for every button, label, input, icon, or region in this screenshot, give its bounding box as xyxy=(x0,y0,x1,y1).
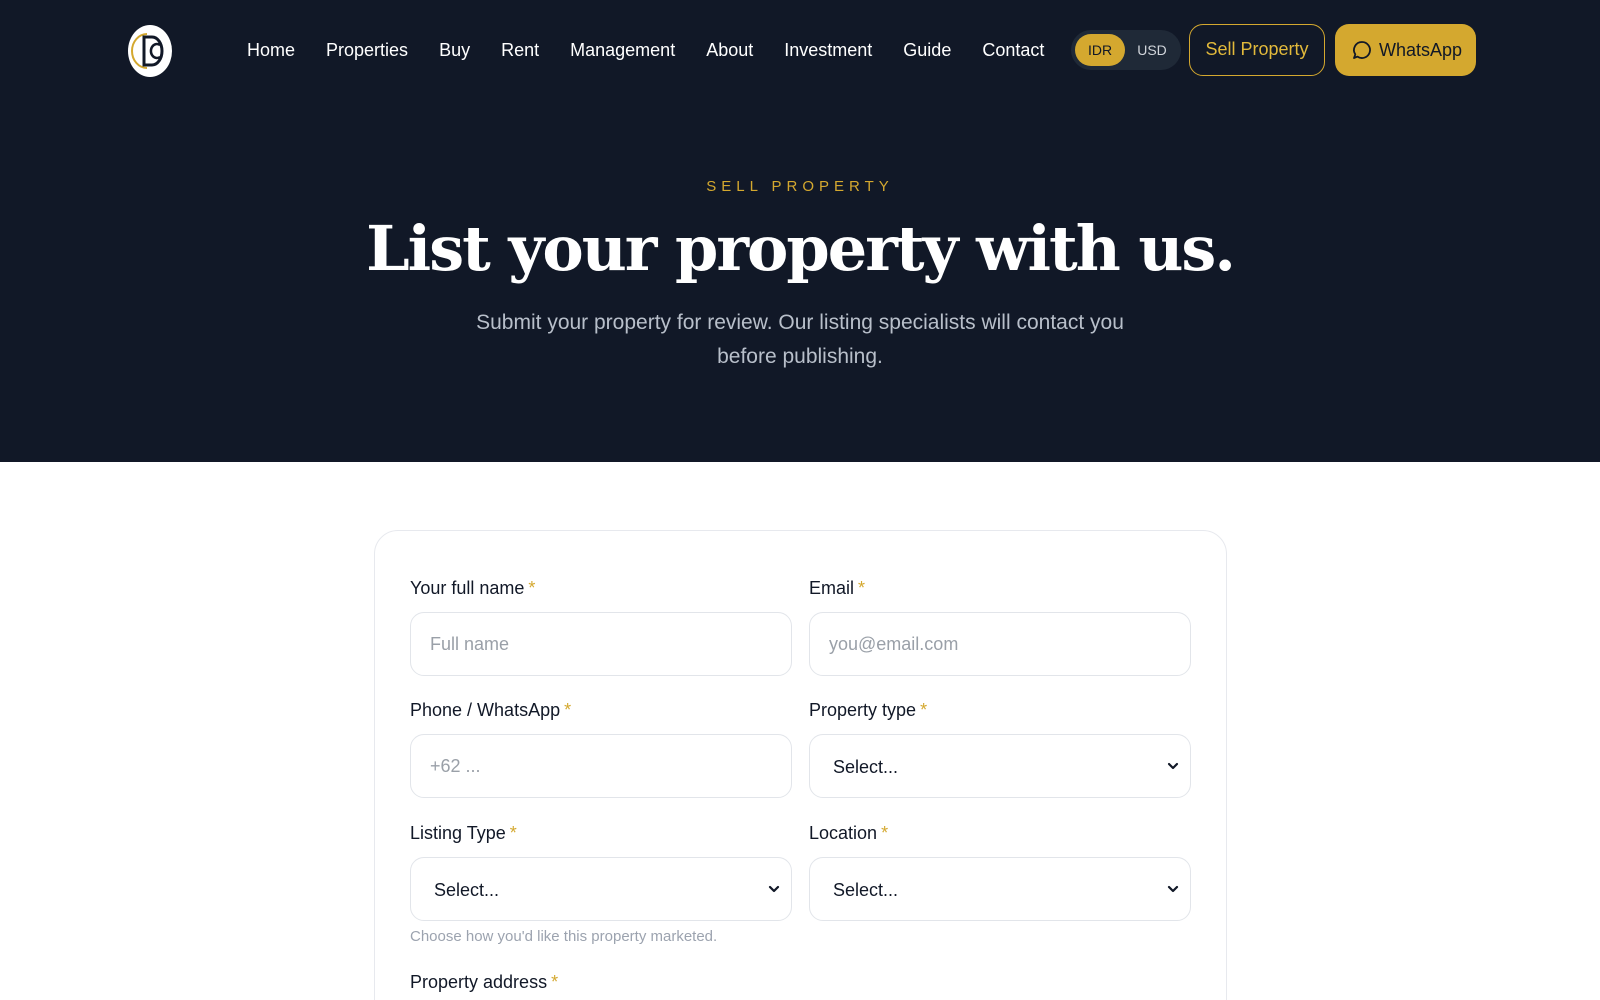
property-address-label-text: Property address xyxy=(410,972,548,992)
property-type-selected: Select... xyxy=(833,757,899,777)
sell-property-form: Your full name* Email* Phone / WhatsApp*… xyxy=(374,530,1227,1000)
required-mark: * xyxy=(564,700,572,720)
top-navigation: Home Properties Buy Rent Management Abou… xyxy=(0,0,1600,100)
phone-input[interactable] xyxy=(410,734,792,798)
whatsapp-button[interactable]: WhatsApp xyxy=(1335,24,1476,76)
email-label-text: Email xyxy=(809,578,855,598)
required-mark: * xyxy=(881,823,889,843)
email-input[interactable] xyxy=(809,612,1191,676)
currency-usd-option[interactable]: USD xyxy=(1127,34,1177,66)
full-name-label-text: Your full name xyxy=(410,578,525,598)
nav-links: Home Properties Buy Rent Management Abou… xyxy=(247,36,1044,64)
hero-subtitle: Submit your property for review. Our lis… xyxy=(476,311,1124,368)
phone-label-text: Phone / WhatsApp xyxy=(410,700,561,720)
hero-title: List your property with us. xyxy=(366,212,1236,285)
property-type-label-text: Property type xyxy=(809,700,917,720)
property-type-select[interactable]: Select... xyxy=(809,734,1191,798)
full-name-label: Your full name * xyxy=(410,578,535,599)
hero-section: Home Properties Buy Rent Management Abou… xyxy=(0,0,1600,462)
listing-type-hint: Choose how you'd like this property mark… xyxy=(410,928,718,945)
required-mark: * xyxy=(920,700,928,720)
nav-rent[interactable]: Rent xyxy=(501,36,539,64)
required-mark: * xyxy=(509,823,517,843)
nav-home[interactable]: Home xyxy=(247,36,295,64)
property-type-label: Property type * xyxy=(809,700,927,721)
listing-type-select[interactable]: Select... xyxy=(410,857,792,921)
chat-bubble-icon xyxy=(1353,41,1371,59)
nav-contact[interactable]: Contact xyxy=(982,36,1044,64)
location-label-text: Location xyxy=(809,823,878,843)
nav-buy[interactable]: Buy xyxy=(439,36,470,64)
hero-eyebrow: SELL PROPERTY xyxy=(706,178,894,195)
chevron-down-icon xyxy=(1167,762,1179,770)
phone-label: Phone / WhatsApp * xyxy=(410,700,571,721)
nav-guide[interactable]: Guide xyxy=(903,36,951,64)
location-select[interactable]: Select... xyxy=(809,857,1191,921)
required-mark: * xyxy=(551,972,559,992)
location-label: Location * xyxy=(809,823,888,844)
logo-mark-icon xyxy=(131,33,164,69)
full-name-input[interactable] xyxy=(410,612,792,676)
chevron-down-icon xyxy=(1167,885,1179,893)
nav-properties[interactable]: Properties xyxy=(326,36,408,64)
property-address-label: Property address * xyxy=(410,972,558,993)
email-label: Email * xyxy=(809,578,865,599)
nav-investment[interactable]: Investment xyxy=(784,36,872,64)
listing-type-label: Listing Type * xyxy=(410,823,517,844)
currency-idr-option[interactable]: IDR xyxy=(1075,34,1125,66)
nav-management[interactable]: Management xyxy=(570,36,675,64)
location-selected: Select... xyxy=(833,880,899,900)
currency-toggle: IDR USD xyxy=(1071,30,1181,70)
chevron-down-icon xyxy=(768,885,780,893)
listing-type-selected: Select... xyxy=(434,880,500,900)
nav-about[interactable]: About xyxy=(706,36,753,64)
sell-property-button[interactable]: Sell Property xyxy=(1189,24,1325,76)
required-mark: * xyxy=(858,578,866,598)
required-mark: * xyxy=(528,578,536,598)
listing-type-label-text: Listing Type xyxy=(410,823,506,843)
whatsapp-label: WhatsApp xyxy=(1379,40,1463,60)
brand-logo[interactable] xyxy=(128,25,172,77)
